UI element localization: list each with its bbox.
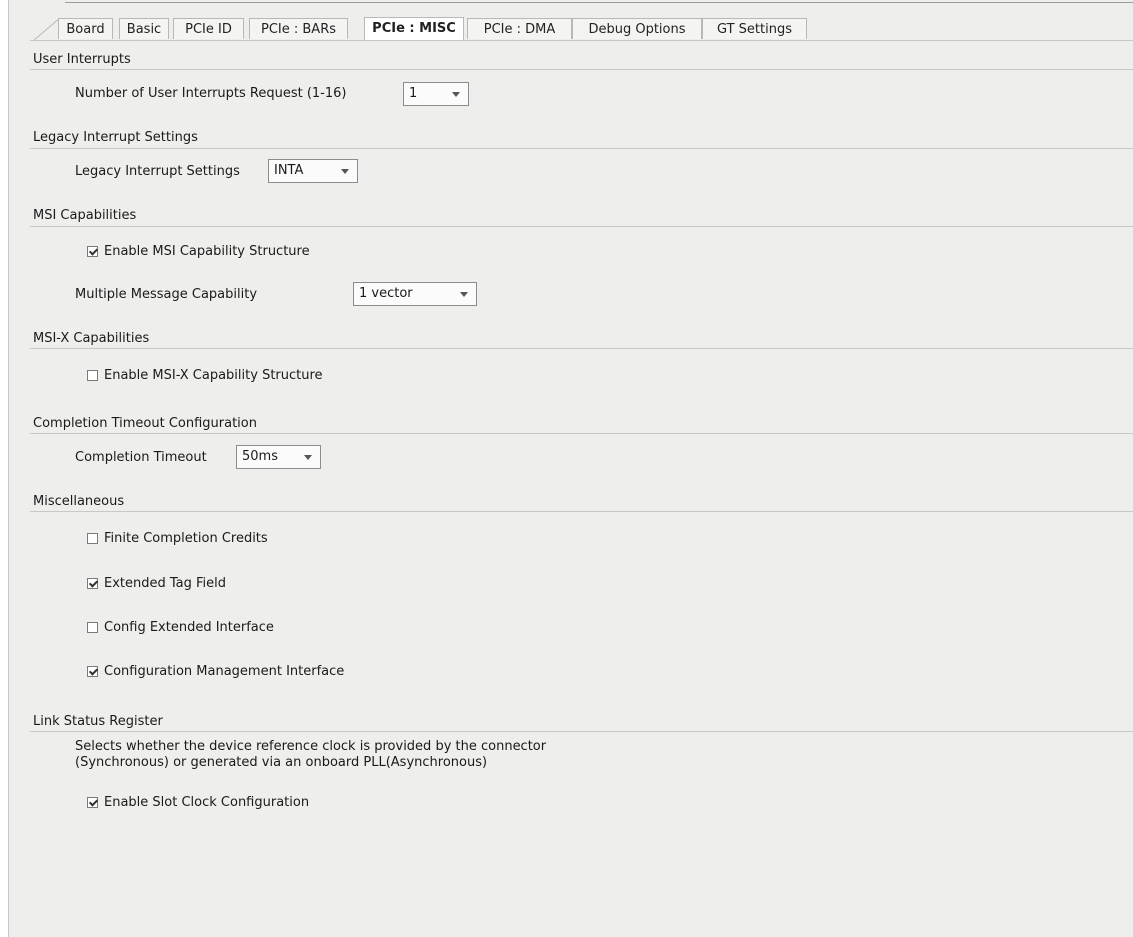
link-status-description-line1: Selects whether the device reference clo…: [75, 739, 547, 754]
section-divider: [30, 69, 1133, 70]
section-title-completion: Completion Timeout Configuration: [33, 416, 257, 431]
config-extended-interface-checkbox[interactable]: Config Extended Interface: [87, 620, 274, 635]
top-border: [65, 2, 1133, 3]
section-divider: [30, 348, 1133, 349]
legacy-interrupt-dropdown[interactable]: INTA: [268, 159, 358, 183]
checkbox-label: Extended Tag Field: [104, 576, 227, 591]
checkbox-label: Finite Completion Credits: [104, 531, 268, 546]
section-title-misc: Miscellaneous: [33, 494, 125, 509]
section-divider: [30, 731, 1133, 732]
section-title-link-status: Link Status Register: [33, 714, 163, 729]
config-management-interface-checkbox[interactable]: Configuration Management Interface: [87, 664, 344, 679]
checkbox-label: Configuration Management Interface: [104, 664, 345, 679]
checkbox-box[interactable]: [87, 533, 98, 544]
legacy-interrupt-label: Legacy Interrupt Settings: [75, 164, 240, 179]
checkbox-box[interactable]: [87, 578, 98, 589]
section-divider: [30, 148, 1133, 149]
dropdown-value: 50ms: [242, 449, 278, 464]
mmc-dropdown[interactable]: 1 vector: [353, 282, 477, 306]
tab-board[interactable]: Board: [58, 18, 113, 39]
enable-slot-clock-label: Enable Slot Clock Configuration: [104, 795, 310, 810]
tab-pcie-misc[interactable]: PCIe : MISC: [364, 17, 464, 40]
tab-pcie-bars[interactable]: PCIe : BARs: [249, 18, 348, 39]
user-interrupts-label: Number of User Interrupts Request (1-16): [75, 86, 347, 101]
checkbox-label: Config Extended Interface: [104, 620, 274, 635]
enable-msix-label: Enable MSI-X Capability Structure: [104, 368, 323, 383]
completion-timeout-label: Completion Timeout: [75, 450, 207, 465]
dropdown-value: INTA: [274, 163, 304, 178]
completion-timeout-dropdown[interactable]: 50ms: [236, 445, 321, 469]
section-divider: [30, 226, 1133, 227]
tab-pcie-dma[interactable]: PCIe : DMA: [467, 18, 572, 39]
finite-completion-credits-checkbox[interactable]: Finite Completion Credits: [87, 531, 268, 546]
dropdown-value: 1: [409, 86, 418, 101]
section-divider: [30, 511, 1133, 512]
tab-gt-settings[interactable]: GT Settings: [702, 18, 807, 39]
user-interrupts-dropdown[interactable]: 1: [403, 82, 469, 106]
section-divider: [30, 433, 1133, 434]
checkbox-box[interactable]: [87, 246, 98, 257]
dropdown-value: 1 vector: [359, 286, 413, 301]
tab-debug-options[interactable]: Debug Options: [572, 18, 702, 39]
tab-pcie-id[interactable]: PCIe ID: [173, 18, 244, 39]
checkbox-box[interactable]: [87, 370, 98, 381]
chevron-down-icon: [460, 292, 468, 297]
mmc-label: Multiple Message Capability: [75, 287, 258, 302]
section-title-legacy: Legacy Interrupt Settings: [33, 130, 198, 145]
section-title-msix: MSI-X Capabilities: [33, 331, 150, 346]
checkbox-box[interactable]: [87, 622, 98, 633]
chevron-down-icon: [341, 169, 349, 174]
enable-msix-checkbox[interactable]: Enable MSI-X Capability Structure: [87, 368, 323, 383]
enable-slot-clock-checkbox[interactable]: Enable Slot Clock Configuration: [87, 795, 309, 810]
tab-basic[interactable]: Basic: [119, 18, 169, 39]
checkbox-box[interactable]: [87, 666, 98, 677]
tab-baseline: [30, 40, 1133, 41]
extended-tag-field-checkbox[interactable]: Extended Tag Field: [87, 576, 226, 591]
enable-msi-checkbox[interactable]: Enable MSI Capability Structure: [87, 244, 310, 259]
section-title-msi: MSI Capabilities: [33, 208, 137, 223]
chevron-down-icon: [304, 455, 312, 460]
chevron-down-icon: [452, 92, 460, 97]
link-status-description-line2: (Synchronous) or generated via an onboar…: [75, 755, 488, 770]
enable-msi-label: Enable MSI Capability Structure: [104, 244, 310, 259]
section-title-user-interrupts: User Interrupts: [33, 52, 131, 67]
checkbox-box[interactable]: [87, 797, 98, 808]
tab-strip-edge: [34, 18, 60, 40]
